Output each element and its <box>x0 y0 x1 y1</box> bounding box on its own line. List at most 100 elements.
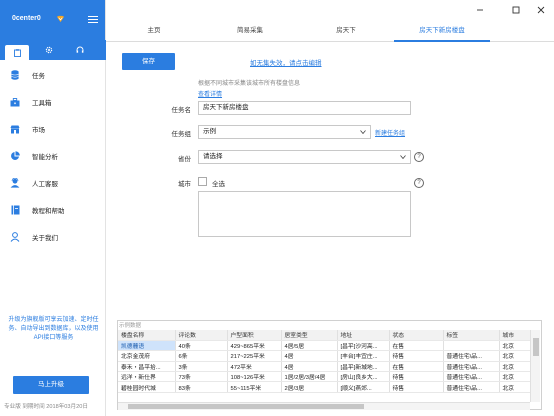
table-cell[interactable]: 普通住宅\品... <box>443 361 500 373</box>
sidebar-item-about[interactable]: 关于我们 <box>0 224 106 250</box>
sidebar-item-service[interactable]: 人工客服 <box>0 170 106 196</box>
table-cell[interactable]: [丰台]丰宜庄... <box>337 350 390 362</box>
table-cell[interactable]: [房山]良乡大... <box>337 371 390 383</box>
task-group-select[interactable]: 示例 <box>198 125 371 139</box>
table-cell[interactable]: 429~865平米 <box>227 340 282 352</box>
column-header[interactable]: 状态 <box>389 330 444 341</box>
tab-bar: 主页 简易采集 房天下 房天下新房楼盘 <box>106 22 554 42</box>
save-button[interactable]: 保存 <box>122 53 175 70</box>
sidebar-item-analysis[interactable]: 智能分析 <box>0 143 106 169</box>
table-cell[interactable]: 泰禾・昌平拾... <box>118 361 176 373</box>
province-select[interactable]: 请选择 <box>198 150 411 164</box>
column-header[interactable]: 城市 <box>499 330 531 341</box>
table-cell[interactable]: [昌平]沙河高... <box>337 340 390 352</box>
table-cell[interactable]: 217~225平米 <box>227 350 282 362</box>
table-cell[interactable]: 碧桂园时代城 <box>118 381 176 393</box>
clipboard-icon <box>13 48 21 57</box>
task-name-input[interactable]: 房天下新房楼盘 <box>198 101 411 115</box>
table-cell[interactable]: 北京 <box>499 340 531 352</box>
table-cell[interactable]: 在售 <box>389 340 444 352</box>
table-cell[interactable] <box>443 340 500 352</box>
table-row[interactable]: 北京金茂府 6条 217~225平米 4居 [丰台]丰宜庄... 待售 普通住宅… <box>118 350 531 362</box>
scroll-thumb[interactable] <box>128 404 364 409</box>
new-task-group-link[interactable]: 新建任务组 <box>375 128 405 137</box>
tab-fang-new-house[interactable]: 房天下新房楼盘 <box>394 22 490 42</box>
table-cell[interactable]: 普通住宅\品... <box>443 350 500 362</box>
table-row[interactable]: 泰禾・昌平拾... 3条 472平米 4居 [昌平]新城地... 在售 普通住宅… <box>118 361 531 373</box>
table-cell[interactable]: 凯德麓语 <box>118 340 176 352</box>
scroll-thumb[interactable] <box>533 338 539 356</box>
table-cell[interactable]: 在售 <box>389 361 444 373</box>
sidebar-tabs <box>0 40 106 60</box>
table-cell[interactable]: 北京金茂府 <box>118 350 176 362</box>
table-cell[interactable]: 远洋・新仕界 <box>118 371 176 383</box>
select-all-checkbox[interactable] <box>198 177 207 186</box>
city-help-icon[interactable]: ? <box>414 178 424 188</box>
table-cell[interactable]: 普通住宅\品... <box>443 371 500 383</box>
table-cell[interactable]: 83条 <box>175 381 228 393</box>
table-row[interactable]: 凯德麓语 40条 429~865平米 4居/5居 [昌平]沙河高... 在售 北… <box>118 340 531 352</box>
edit-help-link[interactable]: 如无集失效，请点击编辑 <box>250 57 322 67</box>
table-cell[interactable]: 北京 <box>499 350 531 362</box>
column-header[interactable]: 地址 <box>337 330 390 341</box>
province-help-icon[interactable]: ? <box>414 152 424 162</box>
license-footer: 专业版 到期时间 2018年03月20日 <box>4 404 88 410</box>
close-icon[interactable] <box>536 5 546 15</box>
table-cell[interactable]: [昌平]新城地... <box>337 361 390 373</box>
table-row[interactable]: 碧桂园时代城 83条 55~115平米 2居/3居 [顺义]燕郊... 待售 普… <box>118 381 531 393</box>
sidebar-item-tasks[interactable]: 任务 <box>0 62 106 88</box>
sidebar-item-label: 关于我们 <box>32 235 58 242</box>
table-row[interactable]: 远洋・新仕界 73条 108~126平米 1居/2居/3居/4居 [房山]良乡大… <box>118 371 531 383</box>
hamburger-menu-icon[interactable] <box>88 16 98 24</box>
window-titlebar <box>106 0 554 20</box>
table-cell[interactable]: 待售 <box>389 381 444 393</box>
table-cell[interactable]: 待售 <box>389 371 444 383</box>
table-cell[interactable]: 472平米 <box>227 361 282 373</box>
column-header[interactable]: 标签 <box>443 330 500 341</box>
table-cell[interactable]: 6条 <box>175 350 228 362</box>
table-cell[interactable]: 北京 <box>499 381 531 393</box>
table-cell[interactable]: 1居/2居/3居/4居 <box>281 371 338 383</box>
upgrade-button[interactable]: 马上升级 <box>13 376 89 394</box>
sidebar-item-label: 人工客服 <box>32 181 58 188</box>
table-cell[interactable]: 4居 <box>281 361 338 373</box>
table-cell[interactable]: 普通住宅\品... <box>443 381 500 393</box>
city-list-box[interactable] <box>198 191 411 237</box>
minimize-icon[interactable] <box>475 5 485 15</box>
maximize-icon[interactable] <box>511 5 521 15</box>
column-header[interactable]: 户型面积 <box>227 330 282 341</box>
table-cell[interactable]: 待售 <box>389 350 444 362</box>
table-cell[interactable]: 108~126平米 <box>227 371 282 383</box>
column-header[interactable]: 居室类型 <box>281 330 338 341</box>
store-icon <box>9 123 21 135</box>
select-all-label: 全选 <box>212 181 225 188</box>
column-header[interactable]: 评论数 <box>175 330 228 341</box>
tab-simple-collect[interactable]: 简易采集 <box>202 22 298 42</box>
table-cell[interactable]: 55~115平米 <box>227 381 282 393</box>
table-cell[interactable]: 4居 <box>281 350 338 362</box>
table-cell[interactable]: 40条 <box>175 340 228 352</box>
column-header[interactable]: 楼盘名称 <box>118 330 176 341</box>
tab-support[interactable] <box>73 43 87 57</box>
sidebar-item-market[interactable]: 市场 <box>0 116 106 142</box>
view-details-link[interactable]: 查看详情 <box>198 89 222 98</box>
tab-home[interactable]: 主页 <box>106 22 202 42</box>
table-cell[interactable]: 3条 <box>175 361 228 373</box>
table-cell[interactable]: [顺义]燕郊... <box>337 381 390 393</box>
table-cell[interactable]: 2居/3居 <box>281 381 338 393</box>
chevron-down-icon <box>400 155 406 160</box>
app-title: 0center0 <box>12 15 41 22</box>
table-cell[interactable]: 73条 <box>175 371 228 383</box>
horizontal-scrollbar[interactable] <box>118 402 530 410</box>
sidebar-item-toolbox[interactable]: 工具箱 <box>0 89 106 115</box>
table-cell[interactable]: 4居/5居 <box>281 340 338 352</box>
sidebar-item-tutorial[interactable]: 教程和帮助 <box>0 197 106 223</box>
tab-tasks[interactable] <box>5 45 29 60</box>
vertical-scrollbar[interactable] <box>530 330 540 402</box>
upgrade-promo-text: 升级为旗舰版可享云加速、定时任务、自动导出到数据库，以及使用API接口等服务 <box>8 317 99 341</box>
headset-icon <box>76 46 84 53</box>
tab-settings[interactable] <box>42 43 56 57</box>
table-cell[interactable]: 北京 <box>499 371 531 383</box>
tab-fang[interactable]: 房天下 <box>298 22 394 42</box>
table-cell[interactable]: 北京 <box>499 361 531 373</box>
